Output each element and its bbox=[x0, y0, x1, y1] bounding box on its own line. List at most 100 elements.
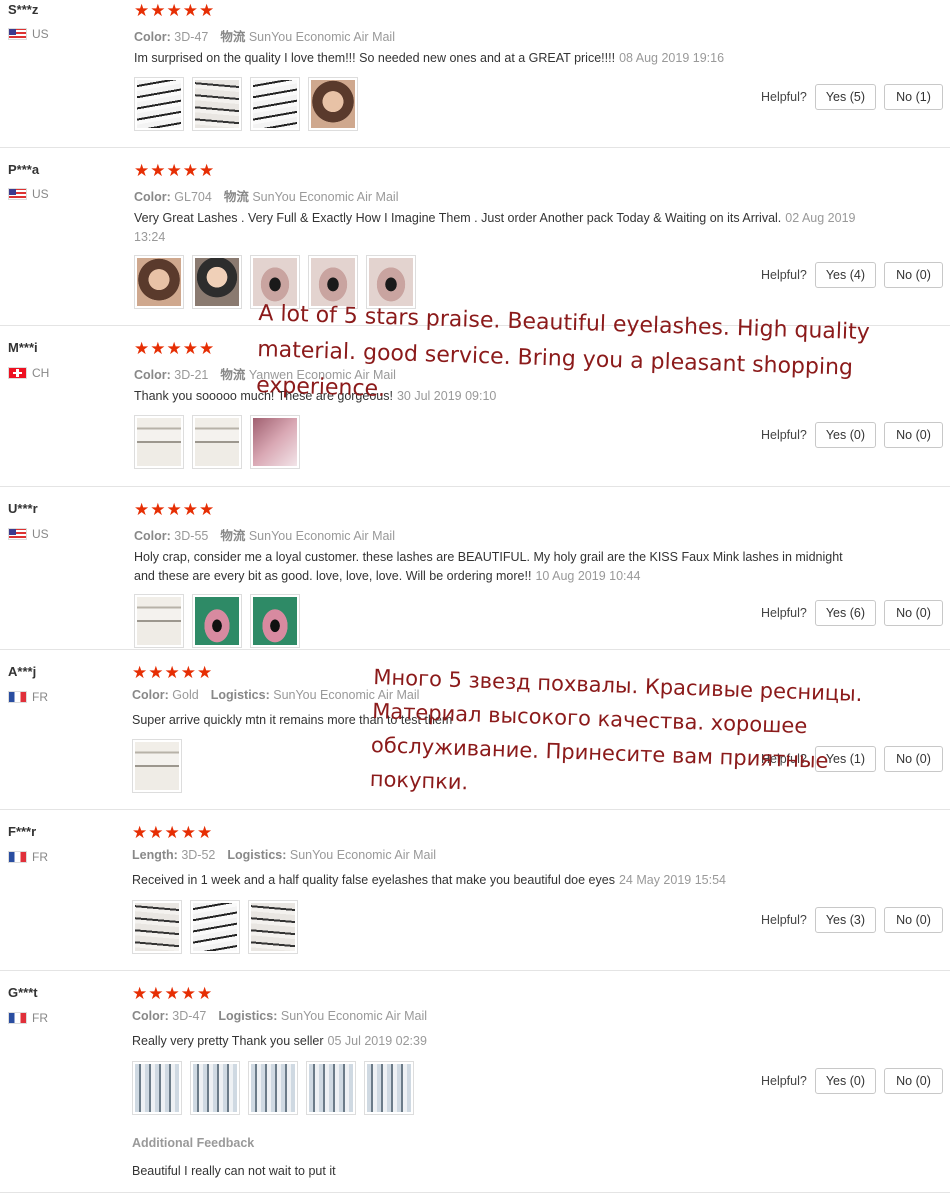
review-photo[interactable] bbox=[192, 415, 242, 469]
review-meta: Color: 3D-47 物流 SunYou Economic Air Mail bbox=[134, 30, 395, 44]
helpful-controls: Helpful? Yes (0) No (0) bbox=[761, 422, 943, 448]
helpful-label: Helpful? bbox=[760, 428, 807, 442]
review-meta: Color: 3D-47 Logistics: SunYou Economic A… bbox=[132, 1009, 428, 1023]
star-rating: ★★★★★ bbox=[134, 500, 216, 519]
reviewer-name: P***a bbox=[8, 162, 40, 177]
review-text: Holy crap, consider me a loyal customer.… bbox=[134, 550, 843, 583]
helpful-label: Helpful? bbox=[760, 752, 807, 766]
review-meta: Length: 3D-52 Logistics: SunYou Economic … bbox=[132, 848, 437, 862]
helpful-controls: Helpful? Yes (5) No (1) bbox=[761, 84, 943, 110]
review-photo[interactable] bbox=[192, 594, 242, 648]
fr-flag-icon bbox=[8, 851, 27, 863]
review-meta: Color: GL704 物流 SunYou Economic Air Mail bbox=[134, 190, 399, 204]
review-photo[interactable] bbox=[366, 255, 416, 309]
review-photo[interactable] bbox=[248, 900, 298, 954]
review-item: S***z US ★★★★★ Color: 3D-47 物流 SunYou Eco… bbox=[0, 0, 950, 148]
review-photo[interactable] bbox=[306, 1061, 356, 1115]
review-photos bbox=[132, 1061, 414, 1115]
star-rating: ★★★★★ bbox=[134, 161, 216, 180]
reviewer-name: S***z bbox=[8, 2, 39, 17]
star-rating: ★★★★★ bbox=[132, 823, 214, 842]
helpful-yes-button[interactable]: Yes (5) bbox=[814, 84, 876, 110]
reviewer-name: F***r bbox=[8, 824, 37, 839]
reviewer-country: CH bbox=[8, 366, 49, 380]
helpful-yes-button[interactable]: Yes (0) bbox=[814, 1068, 876, 1094]
helpful-label: Helpful? bbox=[760, 90, 807, 104]
review-photo[interactable] bbox=[192, 255, 242, 309]
review-photo[interactable] bbox=[248, 1061, 298, 1115]
review-photo[interactable] bbox=[192, 77, 242, 131]
review-photo[interactable] bbox=[134, 77, 184, 131]
helpful-yes-button[interactable]: Yes (1) bbox=[814, 746, 876, 772]
helpful-controls: Helpful? Yes (1) No (0) bbox=[761, 746, 943, 772]
reviewer-country: US bbox=[8, 527, 49, 541]
reviewer-country: FR bbox=[8, 850, 48, 864]
review-photo[interactable] bbox=[134, 255, 184, 309]
helpful-yes-button[interactable]: Yes (0) bbox=[814, 422, 876, 448]
review-photos bbox=[134, 594, 300, 648]
helpful-no-button[interactable]: No (0) bbox=[884, 600, 943, 626]
star-rating: ★★★★★ bbox=[134, 1, 216, 20]
fr-flag-icon bbox=[8, 691, 27, 703]
helpful-label: Helpful? bbox=[760, 268, 807, 282]
review-text: Im surprised on the quality I love them!… bbox=[134, 51, 725, 65]
review-photos bbox=[132, 900, 298, 954]
helpful-controls: Helpful? Yes (6) No (0) bbox=[761, 600, 943, 626]
review-photo[interactable] bbox=[190, 1061, 240, 1115]
review-photos bbox=[134, 255, 416, 309]
star-rating: ★★★★★ bbox=[132, 663, 214, 682]
review-photo[interactable] bbox=[250, 594, 300, 648]
review-item: U***r US ★★★★★ Color: 3D-55 物流 SunYou Eco… bbox=[0, 486, 950, 650]
review-photo[interactable] bbox=[134, 415, 184, 469]
helpful-controls: Helpful? Yes (4) No (0) bbox=[761, 262, 943, 288]
reviewer-name: M***i bbox=[8, 340, 38, 355]
review-photo[interactable] bbox=[190, 900, 240, 954]
helpful-yes-button[interactable]: Yes (6) bbox=[814, 600, 876, 626]
review-photo[interactable] bbox=[134, 594, 184, 648]
reviewer-name: G***t bbox=[8, 985, 38, 1000]
us-flag-icon bbox=[8, 188, 27, 200]
reviewer-country: FR bbox=[8, 1011, 48, 1025]
helpful-no-button[interactable]: No (0) bbox=[884, 746, 943, 772]
helpful-label: Helpful? bbox=[760, 1074, 807, 1088]
review-text: Thank you sooooo much! These are gorgeou… bbox=[134, 389, 497, 403]
review-photo[interactable] bbox=[132, 900, 182, 954]
helpful-yes-button[interactable]: Yes (3) bbox=[814, 907, 876, 933]
helpful-yes-button[interactable]: Yes (4) bbox=[814, 262, 876, 288]
helpful-no-button[interactable]: No (0) bbox=[884, 907, 943, 933]
reviewer-name: A***j bbox=[8, 664, 37, 679]
review-photo[interactable] bbox=[308, 77, 358, 131]
review-photo[interactable] bbox=[250, 255, 300, 309]
review-meta: Color: 3D-21 物流 Yanwen Economic Air Mail bbox=[134, 368, 396, 382]
review-meta: Color: 3D-55 物流 SunYou Economic Air Mail bbox=[134, 529, 395, 543]
helpful-no-button[interactable]: No (0) bbox=[884, 1068, 943, 1094]
review-photo[interactable] bbox=[308, 255, 358, 309]
helpful-no-button[interactable]: No (1) bbox=[884, 84, 943, 110]
review-meta: Color: Gold Logistics: SunYou Economic Ai… bbox=[132, 688, 420, 702]
review-item: F***r FR ★★★★★ Length: 3D-52 Logistics: S… bbox=[0, 809, 950, 971]
ch-flag-icon bbox=[8, 367, 27, 379]
reviewer-country: US bbox=[8, 187, 49, 201]
helpful-label: Helpful? bbox=[760, 606, 807, 620]
review-photo[interactable] bbox=[364, 1061, 414, 1115]
review-photo[interactable] bbox=[250, 77, 300, 131]
review-photos bbox=[132, 739, 182, 793]
review-item: G***t FR ★★★★★ Color: 3D-47 Logistics: Su… bbox=[0, 970, 950, 1193]
review-photo[interactable] bbox=[132, 1061, 182, 1115]
helpful-controls: Helpful? Yes (0) No (0) bbox=[761, 1068, 943, 1094]
review-photos bbox=[134, 77, 358, 131]
review-photo[interactable] bbox=[132, 739, 182, 793]
review-photos bbox=[134, 415, 300, 469]
review-item: A***j FR ★★★★★ Color: Gold Logistics: Sun… bbox=[0, 649, 950, 810]
us-flag-icon bbox=[8, 28, 27, 40]
review-text: Really very pretty Thank you seller 05 Ju… bbox=[132, 1034, 427, 1048]
helpful-no-button[interactable]: No (0) bbox=[884, 262, 943, 288]
reviewer-country: FR bbox=[8, 690, 48, 704]
review-text: Received in 1 week and a half quality fa… bbox=[132, 873, 726, 887]
star-rating: ★★★★★ bbox=[134, 339, 216, 358]
helpful-no-button[interactable]: No (0) bbox=[884, 422, 943, 448]
review-photo[interactable] bbox=[250, 415, 300, 469]
fr-flag-icon bbox=[8, 1012, 27, 1024]
helpful-controls: Helpful? Yes (3) No (0) bbox=[761, 907, 943, 933]
additional-feedback-text: Beautiful I really can not wait to put i… bbox=[132, 1164, 336, 1178]
